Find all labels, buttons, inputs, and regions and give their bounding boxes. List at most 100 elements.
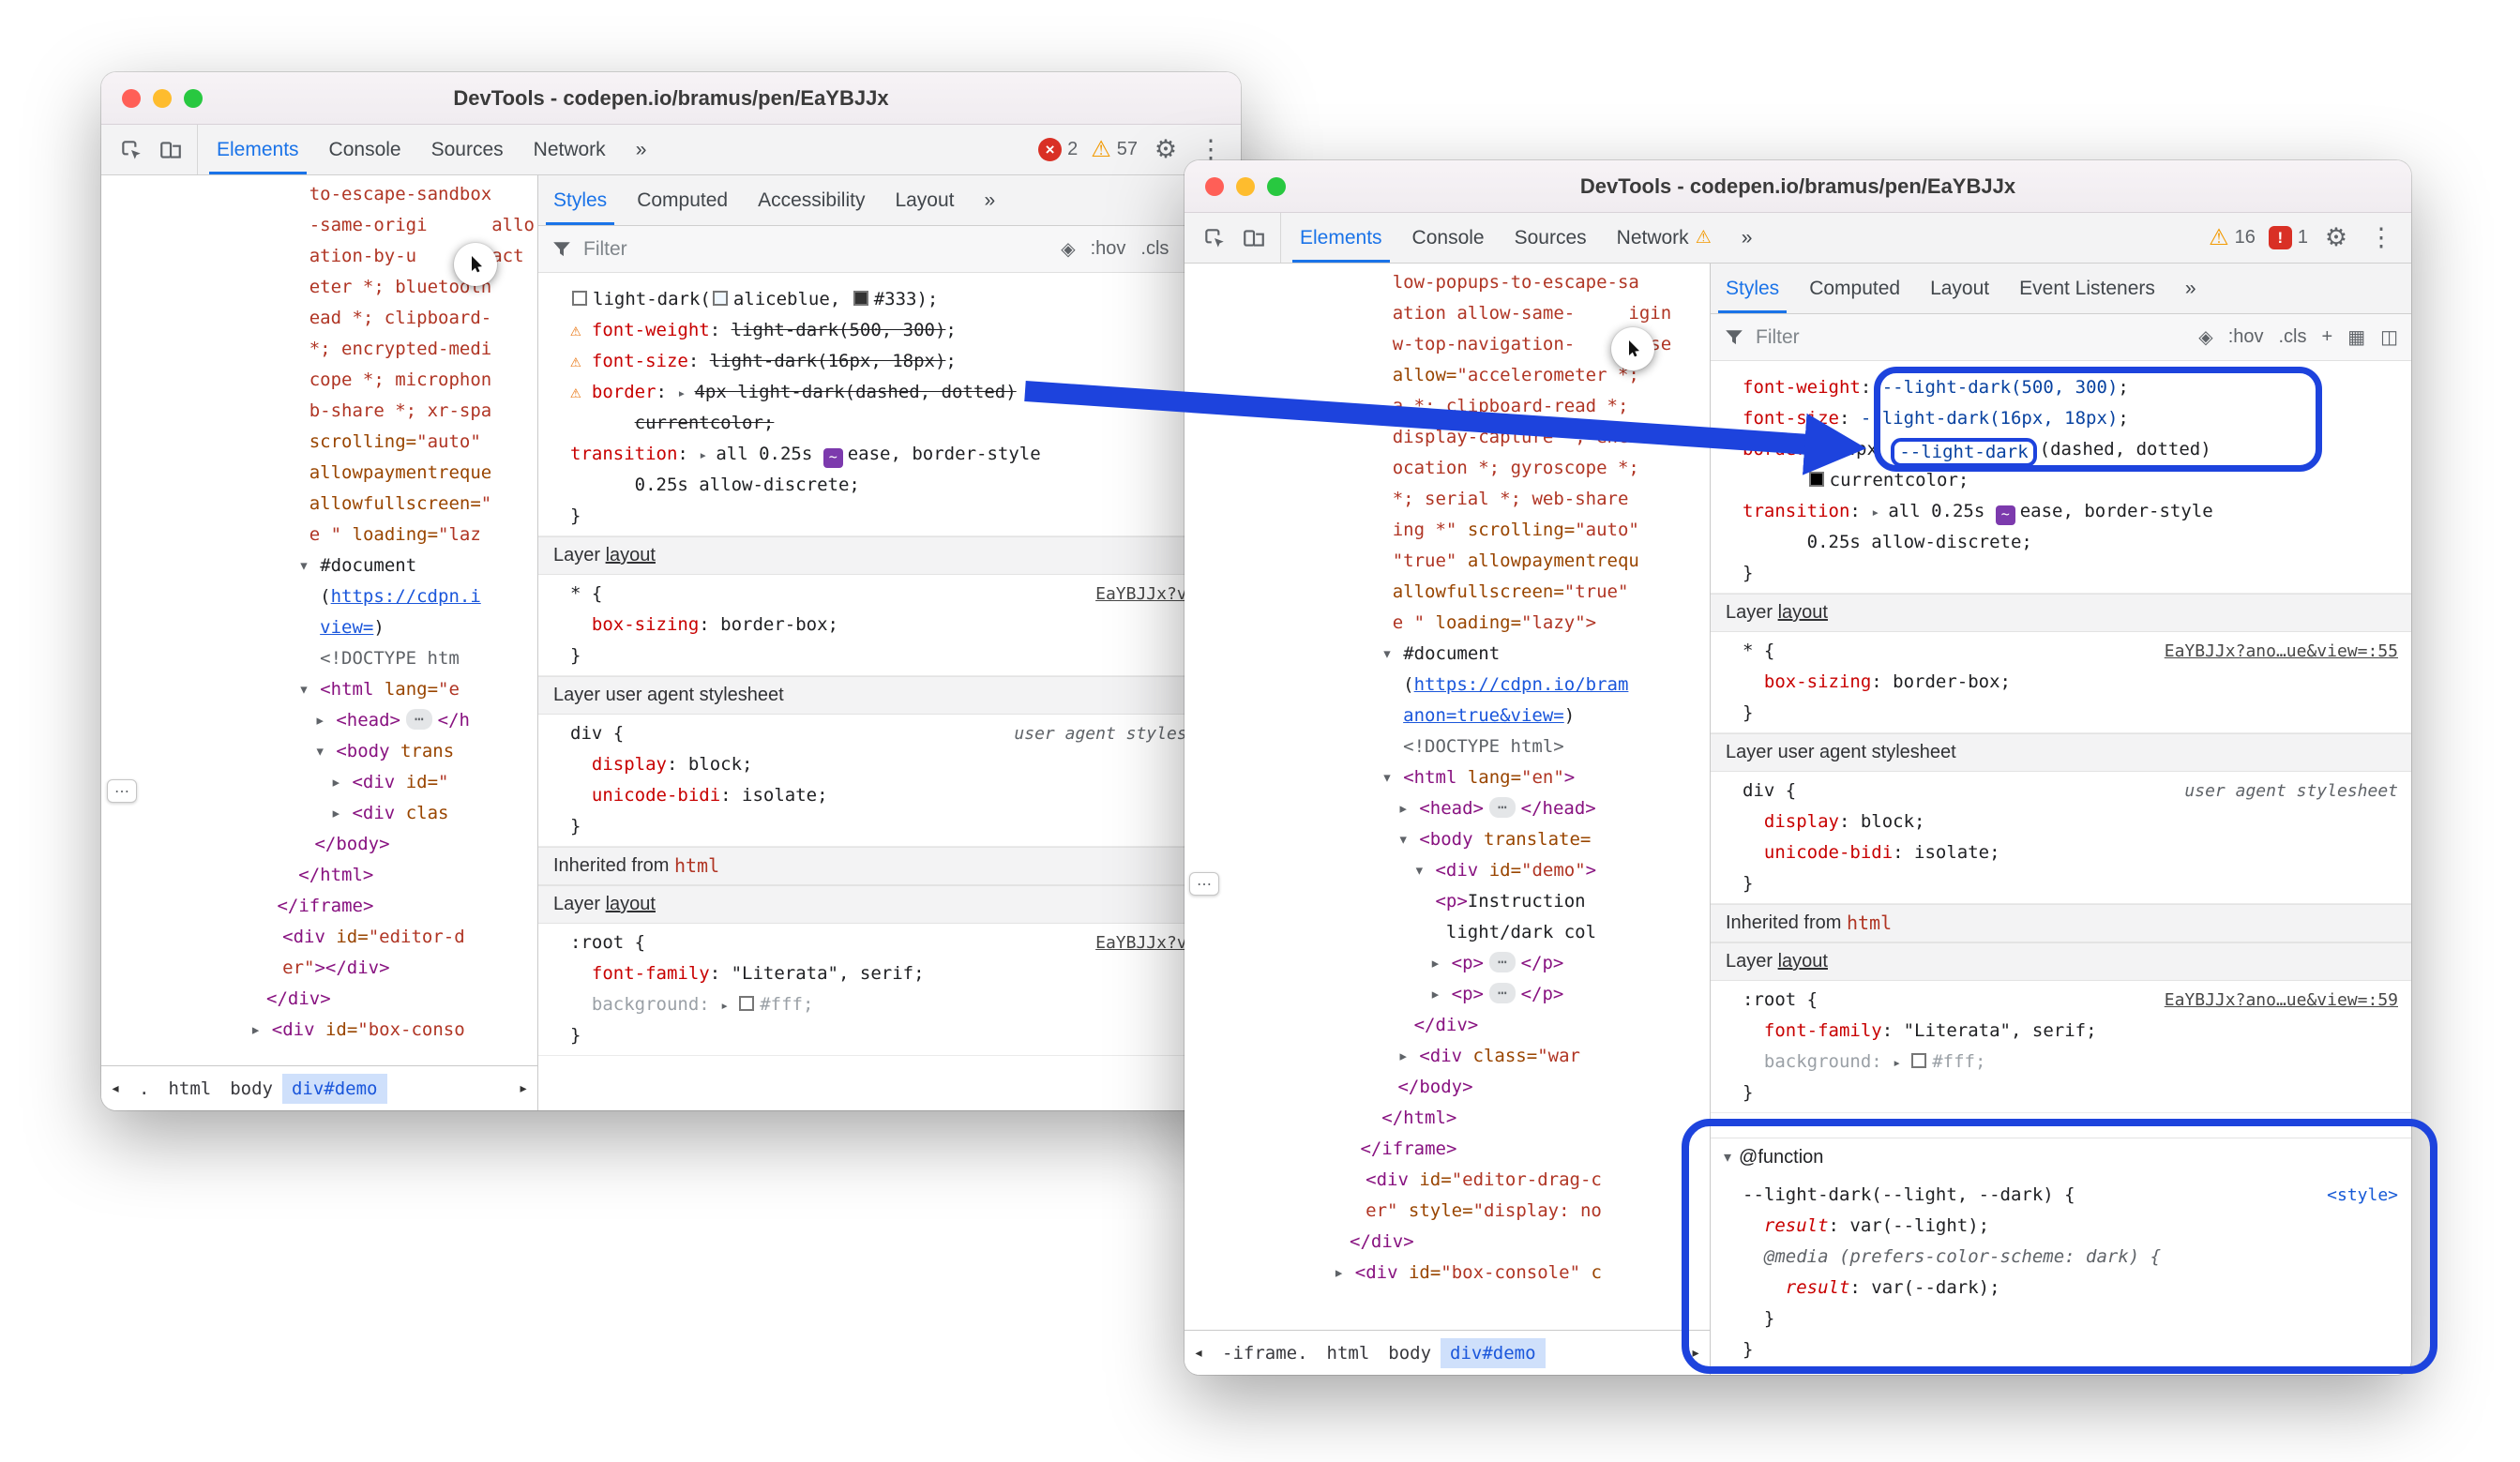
style-declaration-row[interactable]: box-sizing: border-box; (538, 610, 1241, 641)
dom-tree-row[interactable]: allowfullscreen="true" (1185, 577, 1710, 608)
dom-tree-row[interactable]: er" style="display: no (1185, 1196, 1710, 1227)
dom-tree-row[interactable]: </iframe> (1185, 1134, 1710, 1165)
inspect-element-icon[interactable] (1196, 219, 1233, 257)
dom-tree-row[interactable]: anon=true&view=) (1185, 701, 1710, 731)
dom-tree-row[interactable]: ▸ <head>⋯</h (101, 705, 537, 736)
tab-console[interactable]: Console (314, 125, 416, 174)
inspect-element-icon[interactable] (113, 131, 150, 169)
dom-tree-row[interactable]: (https://cdpn.i (101, 581, 537, 612)
dom-tree-row[interactable]: <div id="editor-drag-c (1185, 1165, 1710, 1196)
style-declaration-row[interactable]: background: ▸ #fff; (1711, 1047, 2411, 1078)
style-toggle-cls[interactable]: .cls (2279, 326, 2307, 348)
styles-filter-input[interactable]: Filter (583, 238, 627, 261)
dom-tree-row[interactable]: display-capture *; enc (1185, 422, 1710, 453)
tab--[interactable]: » (970, 175, 1011, 225)
style-toggle-cls[interactable]: .cls (1140, 238, 1169, 260)
dom-tree-row[interactable]: (https://cdpn.io/bram (1185, 670, 1710, 701)
dom-tree-row[interactable]: scrolling="auto" (101, 427, 537, 458)
dom-tree-row[interactable]: "true" allowpaymentrequ (1185, 546, 1710, 577)
dom-tree-row[interactable]: ing *" scrolling="auto" (1185, 515, 1710, 546)
minimize-button[interactable] (153, 89, 172, 108)
style-declaration-row[interactable]: unicode-bidi: isolate; (1711, 837, 2411, 868)
style-declaration-row[interactable]: @media (prefers-color-scheme: dark) { (1711, 1242, 2411, 1273)
dom-tree-row[interactable]: <p>Instruction (1185, 886, 1710, 917)
tab-console[interactable]: Console (1397, 213, 1500, 263)
tab-styles[interactable]: Styles (1711, 264, 1794, 313)
dom-tree-row[interactable]: ▸ <div clas (101, 798, 537, 829)
style-declaration-row[interactable]: } (538, 811, 1241, 842)
style-declaration-row[interactable]: } (538, 1020, 1241, 1051)
dom-tree-row[interactable]: ▾ <div id="demo"> (1185, 855, 1710, 886)
style-declaration-row[interactable]: } (1711, 1078, 2411, 1108)
warning-badge[interactable]: ⚠16 (2209, 227, 2256, 249)
layer-link[interactable]: layout (606, 540, 656, 571)
style-declaration-row[interactable]: 0.25s allow-discrete; (1711, 527, 2411, 558)
dom-tree-row[interactable]: <!DOCTYPE htm (101, 643, 537, 674)
tab--[interactable]: » (621, 125, 662, 174)
style-declaration-row[interactable]: } (1711, 558, 2411, 589)
style-declaration-row[interactable]: * {EaYBJJx?view= (538, 579, 1241, 610)
dom-tree-row[interactable]: ▸ <div class="war (1185, 1041, 1710, 1072)
style-declaration-row[interactable]: display: block; (538, 749, 1241, 780)
tab-layout[interactable]: Layout (880, 175, 969, 225)
style-declaration-row[interactable]: } (538, 641, 1241, 671)
dom-tree-row[interactable]: ead *; clipboard- (101, 303, 537, 334)
dom-tree-row[interactable]: <div id="editor-d (101, 922, 537, 953)
dom-tree-row[interactable]: </body> (101, 829, 537, 860)
style-toggle-hov[interactable]: :hov (1091, 238, 1126, 260)
tab-elements[interactable]: Elements (1285, 213, 1397, 263)
settings-gear-icon[interactable]: ⚙ (1149, 135, 1183, 164)
breadcrumb-body[interactable]: body (1379, 1338, 1441, 1368)
layer-link[interactable]: layout (606, 889, 656, 920)
dom-tree-row[interactable]: </body> (1185, 1072, 1710, 1103)
style-declaration-row[interactable]: light-dark(aliceblue, #333); (538, 284, 1241, 315)
crumbs-scroll-right-icon[interactable]: ▸ (509, 1078, 537, 1098)
dom-tree-row[interactable]: cope *; microphon (101, 365, 537, 396)
style-declaration-row[interactable]: box-sizing: border-box; (1711, 667, 2411, 698)
breadcrumb-html[interactable]: html (1318, 1338, 1380, 1368)
tab-elements[interactable]: Elements (202, 125, 314, 174)
stylesheet-source-link[interactable]: EaYBJJx?ano…ue&view=:59 (2165, 985, 2398, 1016)
style-toggle-[interactable]: ◫ (2380, 325, 2398, 349)
crumbs-scroll-left-icon[interactable]: ◂ (1185, 1343, 1213, 1363)
zoom-button[interactable] (1267, 177, 1286, 196)
dom-tree-row[interactable]: ▸ <div id=" (101, 767, 537, 798)
breadcrumb-html[interactable]: html (158, 1074, 220, 1104)
dom-tree-row[interactable]: ▾ <body translate= (1185, 824, 1710, 855)
settings-gear-icon[interactable]: ⚙ (2319, 223, 2353, 252)
stylesheet-source-link[interactable]: <style> (2327, 1180, 2398, 1211)
dom-tree-row[interactable]: </div> (1185, 1227, 1710, 1258)
layer-link[interactable]: layout (1778, 946, 1828, 977)
dom-tree-row[interactable]: <!DOCTYPE html> (1185, 731, 1710, 762)
dom-tree-row[interactable]: view=) (101, 612, 537, 643)
style-declaration-row[interactable]: font-size: --light-dark(16px, 18px); (1711, 403, 2411, 434)
dom-tree-row[interactable]: ocation *; gyroscope *; (1185, 453, 1710, 484)
dom-tree-row[interactable]: ▾ <html lang="en"> (1185, 762, 1710, 793)
show-more-button[interactable]: ⋯ (1189, 872, 1219, 896)
style-declaration-row[interactable]: :root {EaYBJJx?ano…ue&view=:59 (1711, 985, 2411, 1016)
dom-tree-row[interactable]: a *; clipboard-read *; (1185, 391, 1710, 422)
error-badge[interactable]: ×2 (1038, 138, 1078, 161)
tab-event-listeners[interactable]: Event Listeners (2004, 264, 2170, 313)
titlebar[interactable]: DevTools - codepen.io/bramus/pen/EaYBJJx (1185, 160, 2411, 213)
style-declaration-row[interactable]: --light-dark(--light, --dark) {<style> (1711, 1180, 2411, 1211)
style-declaration-row[interactable]: ⚠ font-weight: light-dark(500, 300); (538, 315, 1241, 346)
dom-tree-row[interactable]: ▸ <p>⋯</p> (1185, 948, 1710, 979)
style-declaration-row[interactable]: transition: ▸ all 0.25s ~ease, border-st… (1711, 496, 2411, 527)
style-declaration-row[interactable]: font-family: "Literata", serif; (538, 958, 1241, 989)
dom-tree-row[interactable]: ▸ <div id="box-conso (101, 1015, 537, 1046)
stylesheet-source-link[interactable]: EaYBJJx?ano…ue&view=:55 (2165, 636, 2398, 667)
warning-badge[interactable]: ⚠57 (1091, 139, 1138, 161)
style-declaration-row[interactable]: } (1711, 698, 2411, 729)
breadcrumb-div#demo[interactable]: div#demo (282, 1074, 387, 1104)
dom-tree-row[interactable]: e " loading="lazy"> (1185, 608, 1710, 639)
tab-computed[interactable]: Computed (622, 175, 743, 225)
style-declaration-row[interactable]: display: block; (1711, 806, 2411, 837)
style-declaration-row[interactable]: } (1711, 1304, 2411, 1334)
style-declaration-row[interactable]: div {user agent stylesheet (538, 718, 1241, 749)
tab-sources[interactable]: Sources (416, 125, 519, 174)
dom-tree-row[interactable]: light/dark col (1185, 917, 1710, 948)
style-toggle-[interactable]: ▦ (2347, 325, 2365, 349)
dom-tree-row[interactable]: ▾ #document (1185, 639, 1710, 670)
style-declaration-row[interactable]: result: var(--dark); (1711, 1273, 2411, 1304)
